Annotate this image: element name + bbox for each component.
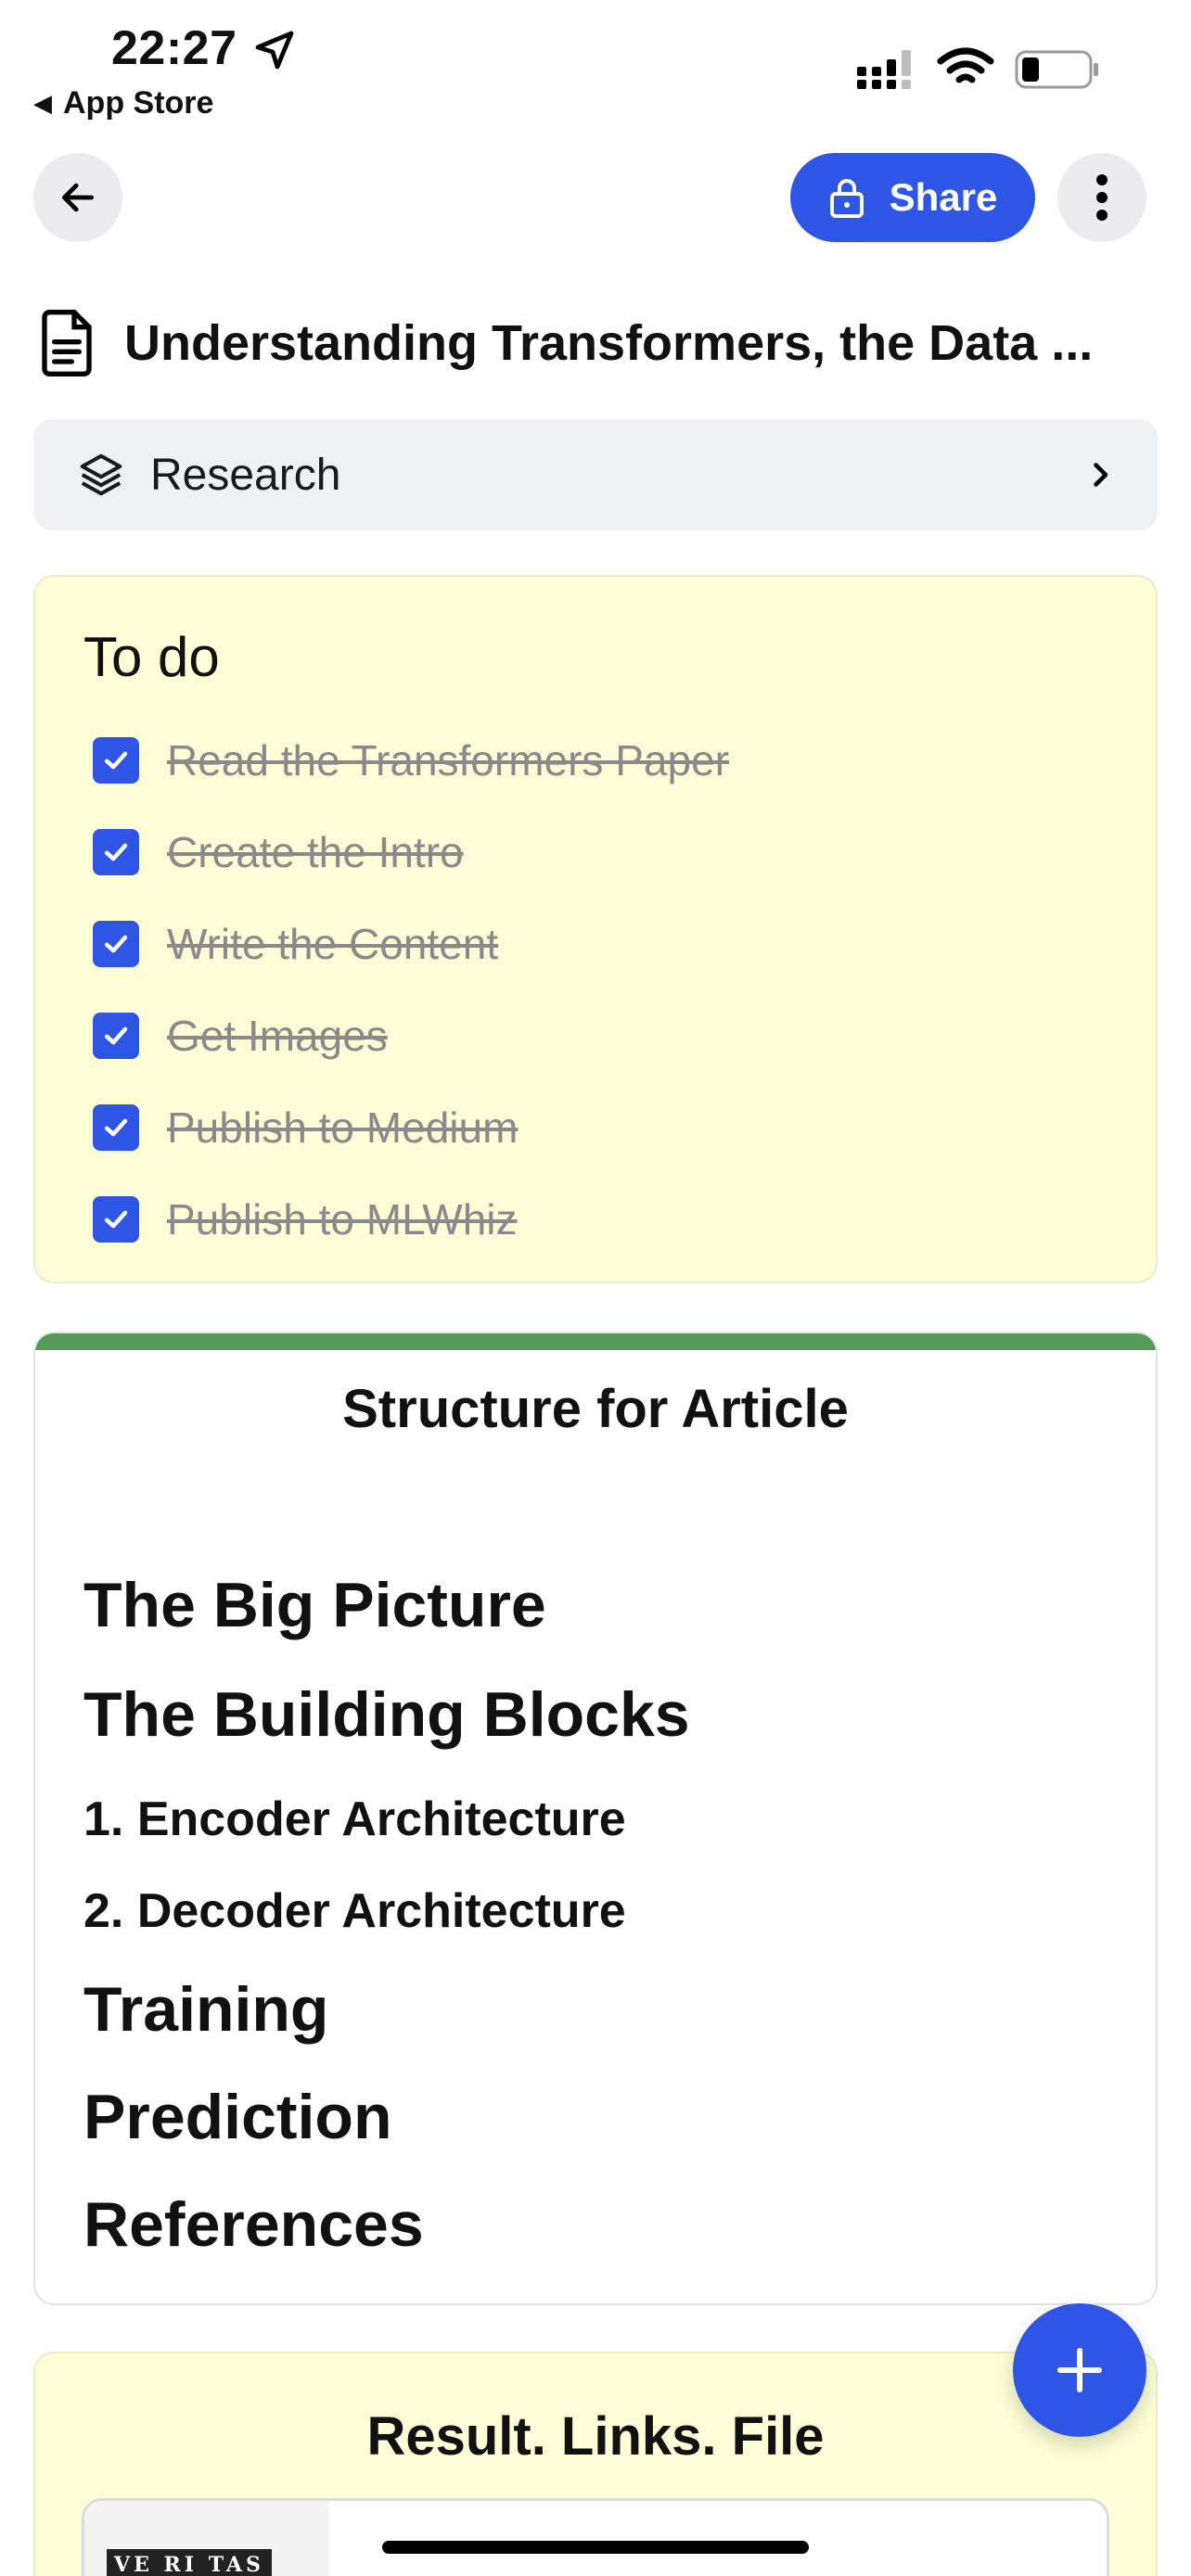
add-button[interactable] xyxy=(1013,2303,1146,2437)
result-title: Result. Links. File xyxy=(366,2406,825,2467)
status-bar: 22:27 ◀ App Store xyxy=(0,0,1191,130)
document-icon xyxy=(42,310,92,376)
todo-item-label: Write the Content xyxy=(167,919,499,968)
cellular-signal-icon xyxy=(857,50,911,89)
back-app-label: App Store xyxy=(63,85,214,121)
check-icon xyxy=(104,1118,128,1136)
link-preview[interactable]: VE RI TAS xyxy=(82,2498,1109,2576)
check-icon xyxy=(104,1210,128,1228)
checkbox-checked[interactable] xyxy=(93,1012,139,1059)
structure-heading: Prediction xyxy=(83,2082,392,2152)
structure-card[interactable]: Structure for Article The Big Picture Th… xyxy=(33,1332,1158,2305)
todo-item[interactable]: Get Images xyxy=(93,989,729,1081)
structure-heading: References xyxy=(83,2189,424,2260)
checkbox-checked[interactable] xyxy=(93,1195,139,1243)
page-title[interactable]: Understanding Transformers, the Data ... xyxy=(124,314,1172,372)
todo-item[interactable]: Publish to MLWhiz xyxy=(93,1173,729,1265)
todo-item-label: Create the Intro xyxy=(167,827,464,876)
checkbox-checked[interactable] xyxy=(93,1103,139,1151)
check-icon xyxy=(104,1027,128,1044)
screen: 22:27 ◀ App Store Share Understanding Tr… xyxy=(0,0,1191,2576)
more-options-button[interactable] xyxy=(1057,153,1146,242)
back-to-app-store[interactable]: ◀ App Store xyxy=(33,85,213,121)
todo-item-label: Get Images xyxy=(167,1011,388,1060)
todo-item-label: Publish to MLWhiz xyxy=(167,1194,518,1243)
todo-item[interactable]: Create the Intro xyxy=(93,806,729,898)
todo-title: To do xyxy=(83,626,220,688)
location-arrow-icon xyxy=(255,31,294,70)
folder-label: Research xyxy=(150,450,341,500)
checkbox-checked[interactable] xyxy=(93,736,139,784)
thumbnail-logo: VE RI TAS xyxy=(107,2549,272,2576)
todo-card[interactable]: To do Read the Transformers Paper Create… xyxy=(33,575,1158,1283)
status-time: 22:27 xyxy=(111,21,237,75)
wifi-icon xyxy=(937,47,994,83)
todo-item[interactable]: Read the Transformers Paper xyxy=(93,714,729,806)
document-title-row[interactable]: Understanding Transformers, the Data ... xyxy=(37,306,1172,380)
structure-heading: Training xyxy=(83,1974,329,2045)
check-icon xyxy=(104,935,128,952)
structure-heading: The Big Picture xyxy=(83,1570,546,1640)
checkbox-checked[interactable] xyxy=(93,828,139,875)
back-triangle-icon: ◀ xyxy=(33,89,52,117)
todo-item[interactable]: Write the Content xyxy=(93,898,729,989)
more-vertical-icon xyxy=(1096,174,1108,221)
battery-icon xyxy=(1015,50,1098,89)
structure-heading: The Building Blocks xyxy=(83,1679,690,1750)
checkbox-checked[interactable] xyxy=(93,920,139,967)
structure-title: Structure for Article xyxy=(342,1379,849,1439)
todo-item-label: Publish to Medium xyxy=(167,1103,519,1152)
check-icon xyxy=(104,751,128,769)
structure-subheading: 2. Decoder Architecture xyxy=(83,1884,626,1938)
todo-item-label: Read the Transformers Paper xyxy=(167,735,729,784)
chevron-right-icon xyxy=(1094,463,1108,487)
home-indicator[interactable] xyxy=(382,2541,809,2554)
todo-list: Read the Transformers Paper Create the I… xyxy=(93,714,729,1265)
share-button[interactable]: Share xyxy=(790,153,1035,242)
back-button[interactable] xyxy=(33,153,122,242)
share-label: Share xyxy=(889,175,998,219)
structure-subheading: 1. Encoder Architecture xyxy=(83,1792,626,1846)
lock-icon xyxy=(829,179,864,218)
folder-selector[interactable]: Research xyxy=(33,419,1158,530)
link-thumbnail: VE RI TAS xyxy=(84,2501,329,2576)
todo-item[interactable]: Publish to Medium xyxy=(93,1081,729,1173)
check-icon xyxy=(104,843,128,861)
card-color-bar xyxy=(35,1333,1156,1350)
plus-icon xyxy=(1057,2347,1103,2393)
layers-icon xyxy=(80,453,122,496)
arrow-left-icon xyxy=(61,183,95,212)
